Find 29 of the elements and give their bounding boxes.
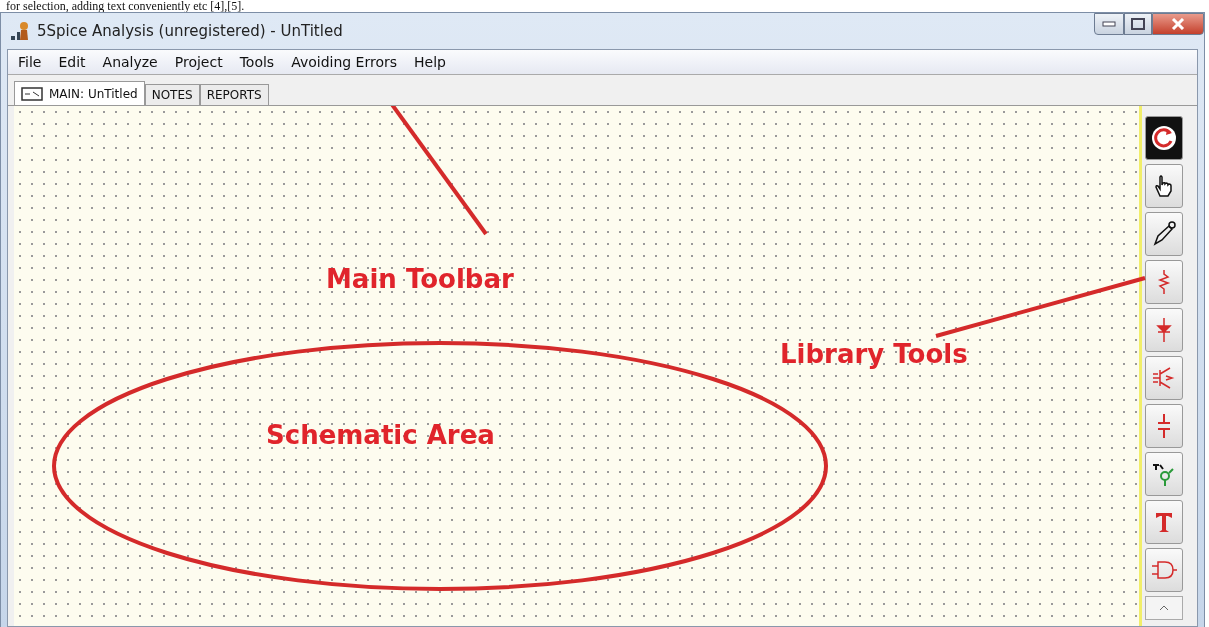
- minimize-button[interactable]: [1094, 13, 1124, 35]
- menu-item[interactable]: File: [18, 54, 42, 70]
- tool-button[interactable]: [1145, 164, 1183, 208]
- window-title: 5Spice Analysis (unregistered) - UnTitled: [37, 22, 343, 40]
- menu-item[interactable]: Analyze: [102, 54, 158, 70]
- schematic-canvas[interactable]: [14, 106, 1142, 626]
- tool-button[interactable]: [1145, 212, 1183, 256]
- menu-item[interactable]: Avoiding Errors: [291, 54, 398, 70]
- menu-item[interactable]: Tools: [239, 54, 275, 70]
- annotation-label: Main Toolbar: [326, 264, 514, 294]
- close-icon: [1171, 18, 1185, 30]
- scroll-up-icon: [1159, 605, 1169, 611]
- tab[interactable]: REPORTS: [199, 84, 269, 105]
- menu-item[interactable]: Edit: [58, 54, 86, 70]
- page-text: for selection, adding text conveniently etc [4],[5].: [5, 0, 246, 12]
- refresh-icon: [1150, 124, 1178, 152]
- close-button[interactable]: [1152, 13, 1204, 35]
- tab[interactable]: MAIN: UnTitled: [14, 81, 145, 105]
- minimize-icon: [1102, 21, 1116, 27]
- menu-item[interactable]: Help: [414, 54, 446, 70]
- annotation-label: Schematic Area: [266, 420, 495, 450]
- app-icon: [9, 20, 31, 42]
- maximize-button[interactable]: [1124, 13, 1152, 35]
- tool-button[interactable]: [1145, 116, 1183, 160]
- tab[interactable]: NOTES: [144, 84, 200, 105]
- schematic-icon: [21, 86, 43, 101]
- maximize-icon: [1131, 18, 1145, 30]
- annotation-label: Library Tools: [780, 339, 968, 369]
- menu-item[interactable]: Project: [174, 54, 223, 70]
